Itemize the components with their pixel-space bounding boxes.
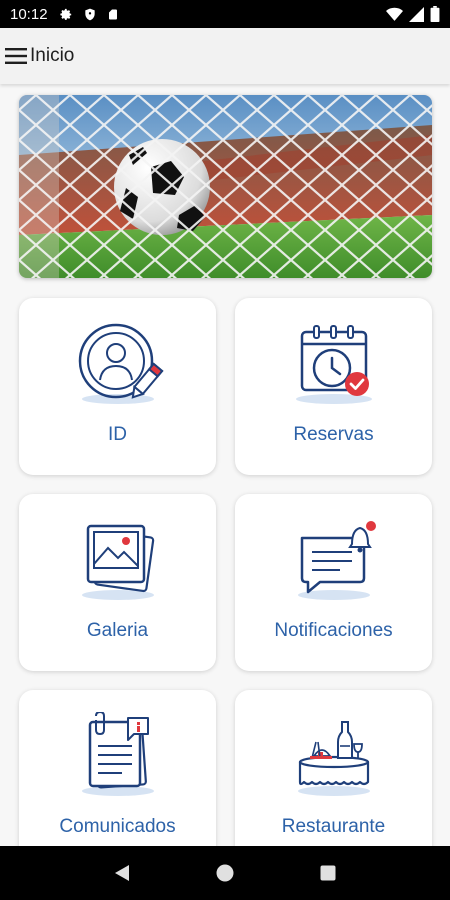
wifi-icon <box>386 7 403 22</box>
reservas-label: Reservas <box>293 424 374 445</box>
battery-icon <box>430 6 440 22</box>
system-nav-bar <box>0 846 450 900</box>
restaurant-table-icon <box>284 712 384 798</box>
status-time: 10:12 <box>10 5 48 23</box>
message-bell-icon <box>284 516 384 602</box>
sim-card-icon <box>107 7 119 22</box>
signal-icon <box>409 6 424 22</box>
status-bar: 10:12 <box>0 0 450 28</box>
comunicados-label: Comunicados <box>59 816 176 837</box>
galeria-label: Galeria <box>86 620 149 641</box>
hamburger-menu-icon[interactable] <box>4 44 28 68</box>
gear-icon <box>58 7 73 22</box>
notificaciones-label: Notificaciones <box>274 620 393 641</box>
main-content[interactable]: ID Reservas Galeria Notificaciones Comun… <box>0 84 450 846</box>
recents-icon[interactable] <box>313 858 343 888</box>
home-icon[interactable] <box>210 858 240 888</box>
app-bar: Inicio <box>0 28 450 84</box>
shield-icon <box>83 7 97 22</box>
banner-image <box>19 95 432 278</box>
user-profile-edit-icon <box>68 320 168 406</box>
clipboard-document-icon <box>68 710 168 798</box>
galeria-tile[interactable]: Galeria <box>19 494 216 671</box>
restaurante-label: Restaurante <box>281 816 386 837</box>
back-icon[interactable] <box>107 858 137 888</box>
notificaciones-tile[interactable]: Notificaciones <box>235 494 432 671</box>
restaurante-tile[interactable]: Restaurante <box>235 690 432 846</box>
photo-gallery-icon <box>68 516 168 602</box>
reservas-tile[interactable]: Reservas <box>235 298 432 475</box>
page-title: Inicio <box>30 45 75 66</box>
calendar-clock-check-icon <box>284 320 384 406</box>
comunicados-tile[interactable]: Comunicados <box>19 690 216 846</box>
id-label: ID <box>108 424 127 445</box>
id-tile[interactable]: ID <box>19 298 216 475</box>
